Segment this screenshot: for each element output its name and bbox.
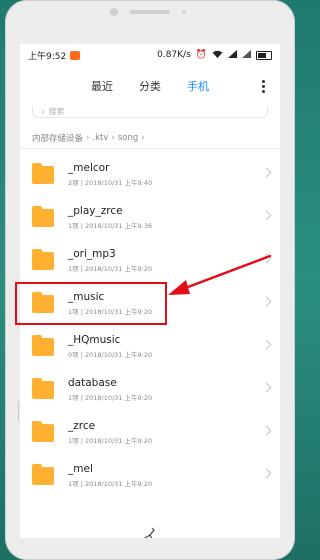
status-bar: 上午9:52 0.87K/s ⏰ xyxy=(20,44,280,66)
chevron-right-icon xyxy=(261,468,272,479)
chevron-right-icon: › xyxy=(141,133,145,143)
tab-phone[interactable]: 手机 xyxy=(187,78,209,94)
proximity-sensor xyxy=(182,10,186,14)
more-icon[interactable] xyxy=(262,78,266,94)
folder-icon xyxy=(32,420,54,442)
list-item[interactable]: _melcor 2项 | 2018/10/31 上午9:40 xyxy=(20,153,280,196)
annotation-arrow-icon xyxy=(168,254,272,295)
divider xyxy=(20,148,280,149)
breadcrumb: 内部存储设备 › .ktv › song › xyxy=(32,130,268,146)
front-camera xyxy=(110,8,118,16)
signal2-icon xyxy=(242,49,251,61)
chevron-right-icon: › xyxy=(111,133,115,143)
folder-name: database xyxy=(68,377,117,389)
clean-button[interactable]: 清理 xyxy=(20,518,280,538)
breadcrumb-song[interactable]: song xyxy=(118,133,138,143)
chevron-right-icon xyxy=(261,339,272,350)
folder-meta: 1项 | 2018/10/31 上午9:36 xyxy=(68,222,153,230)
folder-name: _melcor xyxy=(68,162,110,174)
folder-list: _melcor 2项 | 2018/10/31 上午9:40 _play_zrc… xyxy=(20,153,280,497)
chevron-right-icon xyxy=(261,382,272,393)
broom-icon xyxy=(142,527,158,538)
folder-meta: 1项 | 2018/10/31 上午9:20 xyxy=(68,265,153,273)
chevron-right-icon: › xyxy=(86,133,90,143)
highlight-box xyxy=(15,282,167,325)
chevron-right-icon xyxy=(261,167,272,178)
search-placeholder: 搜索 xyxy=(48,107,65,116)
tab-recent[interactable]: 最近 xyxy=(91,78,113,94)
search-icon: ⌕ xyxy=(41,107,46,116)
list-item[interactable]: _zrce 1项 | 2018/10/31 上午9:20 xyxy=(20,411,280,454)
folder-name: _ori_mp3 xyxy=(68,248,116,260)
earpiece-speaker xyxy=(130,10,170,14)
battery-icon xyxy=(256,50,272,60)
list-item[interactable]: _play_zrce 1项 | 2018/10/31 上午9:36 xyxy=(20,196,280,239)
folder-name: _zrce xyxy=(68,420,96,432)
folder-icon xyxy=(32,205,54,227)
network-speed: 0.87K/s xyxy=(157,50,191,60)
breadcrumb-ktv[interactable]: .ktv xyxy=(92,133,108,143)
folder-name: _HQmusic xyxy=(68,334,121,346)
folder-meta: 1项 | 2018/10/31 上午9:20 xyxy=(68,394,153,402)
list-item[interactable]: _mel 1项 | 2018/10/31 上午9:20 xyxy=(20,454,280,497)
folder-name: _play_zrce xyxy=(68,205,123,217)
phone-bezel-top xyxy=(5,0,295,44)
list-item[interactable]: database 1项 | 2018/10/31 上午9:20 xyxy=(20,368,280,411)
search-input[interactable]: ⌕ 搜索 xyxy=(32,106,268,118)
folder-icon xyxy=(32,463,54,485)
status-time: 上午9:52 xyxy=(28,51,67,62)
folder-name: _mel xyxy=(68,463,93,475)
top-tab-bar: 最近 分类 手机 xyxy=(20,66,280,106)
signal-icon xyxy=(228,49,237,61)
folder-icon xyxy=(32,377,54,399)
chevron-right-icon xyxy=(261,425,272,436)
screen-edge-handle xyxy=(18,400,24,422)
folder-icon xyxy=(32,248,54,270)
folder-meta: 1项 | 2018/10/31 上午9:20 xyxy=(68,480,153,488)
folder-icon xyxy=(32,162,54,184)
folder-meta: 1项 | 2018/10/31 上午9:20 xyxy=(68,437,153,445)
folder-icon xyxy=(32,334,54,356)
tab-category[interactable]: 分类 xyxy=(139,78,161,94)
list-item[interactable]: _HQmusic 0项 | 2018/10/31 上午9:20 xyxy=(20,325,280,368)
wifi-icon xyxy=(212,50,223,61)
folder-meta: 0项 | 2018/10/31 上午9:20 xyxy=(68,351,153,359)
chevron-right-icon xyxy=(261,210,272,221)
alarm-icon: ⏰ xyxy=(195,50,207,60)
breadcrumb-root[interactable]: 内部存储设备 xyxy=(32,132,83,144)
notification-icon xyxy=(70,50,81,60)
folder-meta: 2项 | 2018/10/31 上午9:40 xyxy=(68,179,153,187)
